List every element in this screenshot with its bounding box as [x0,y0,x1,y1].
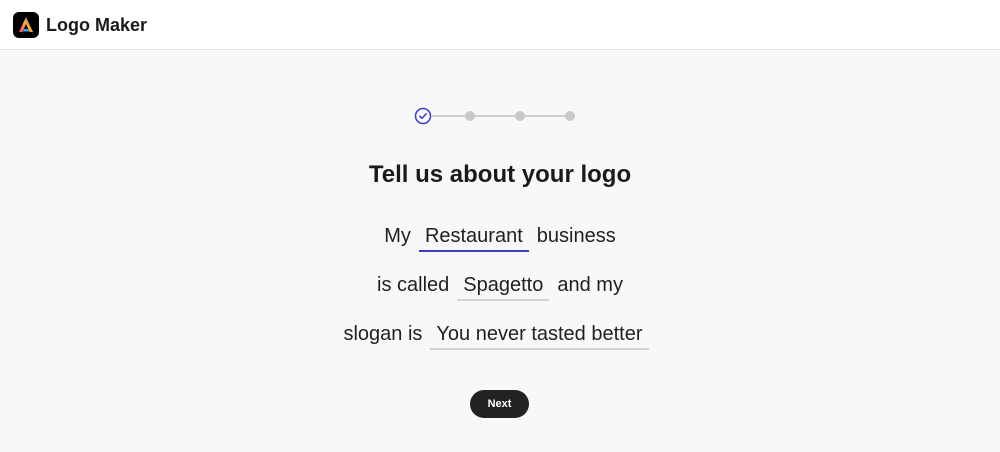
step-2-dot [465,111,475,121]
line2-suffix: and my [557,274,623,296]
step-3-dot [515,111,525,121]
form-line-business-type: My Restaurant business [0,222,1000,252]
adobe-express-icon[interactable] [13,12,39,38]
line1-prefix: My [384,225,411,247]
next-button[interactable]: Next [470,390,529,418]
line1-suffix: business [536,225,616,247]
page-title: Tell us about your logo [368,161,632,188]
app-header: Logo Maker [0,0,1000,50]
step-4-dot [565,111,575,121]
business-type-field[interactable]: Restaurant [418,222,529,252]
app-title: Logo Maker [46,15,148,35]
step-connector [474,115,520,117]
check-circle-icon [414,107,432,125]
line3-prefix: slogan is [343,323,423,345]
line2-prefix: is called [377,274,450,296]
form-line-slogan: slogan is You never tasted better [0,320,1000,350]
slogan-field[interactable]: You never tasted better [430,320,649,350]
progress-stepper [414,107,576,125]
step-connector [524,115,570,117]
business-name-field[interactable]: Spagetto [457,271,550,301]
form-line-business-name: is called Spagetto and my [0,271,1000,301]
